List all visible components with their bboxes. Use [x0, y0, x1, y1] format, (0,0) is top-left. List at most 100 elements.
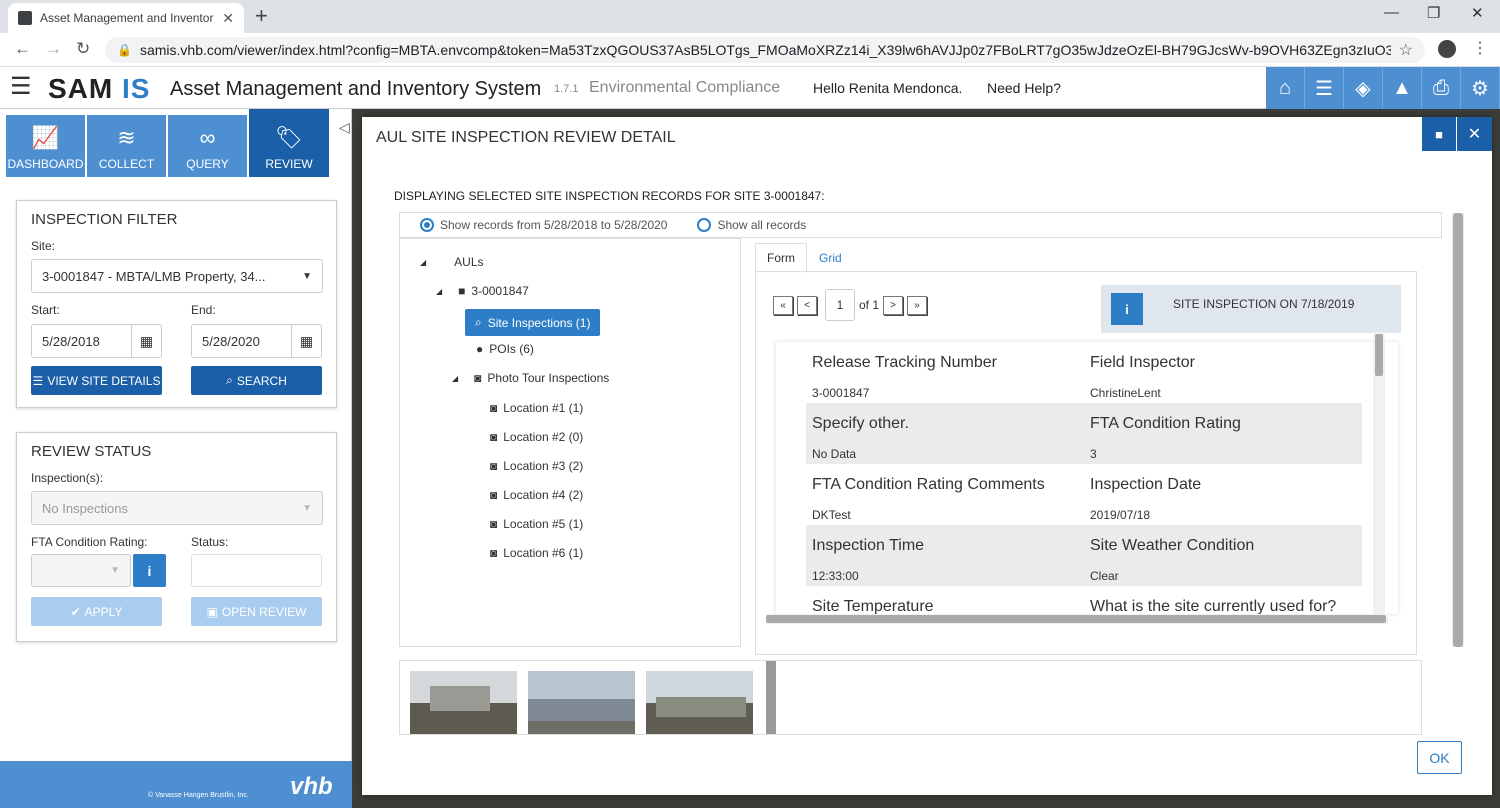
field-label: Inspection Date [1090, 476, 1202, 493]
first-page-button[interactable]: « [773, 295, 793, 315]
review-status-title: REVIEW STATUS [31, 443, 152, 460]
tree-node-pois[interactable]: ● POIs (6) [476, 342, 534, 356]
tree-node-auls[interactable]: ◢ AULs [420, 255, 484, 269]
help-link[interactable]: Need Help? [987, 80, 1061, 96]
minimize-icon[interactable]: — [1384, 4, 1399, 21]
close-icon[interactable]: ✕ [222, 10, 234, 27]
next-page-button[interactable]: > [883, 295, 904, 315]
field-value: Clear [1090, 569, 1119, 583]
search-icon: ⌕ [226, 373, 233, 387]
calendar-icon[interactable]: ▦ [291, 325, 321, 357]
radio-all-records[interactable]: Show all records [697, 218, 806, 232]
collapse-panel-icon[interactable]: ◁ [339, 119, 350, 136]
info-button[interactable]: i [133, 554, 166, 587]
app-module: Environmental Compliance [589, 79, 781, 96]
info-icon: i [1111, 293, 1143, 325]
window-close-icon[interactable]: ✕ [1471, 4, 1484, 22]
tab-collect[interactable]: ≋ COLLECT [87, 115, 166, 177]
tree-node-location[interactable]: ◙ Location #3 (2) [490, 459, 583, 473]
camera-icon: ◙ [490, 488, 498, 502]
back-icon[interactable]: ← [14, 39, 31, 59]
tree-node-location[interactable]: ◙ Location #6 (1) [490, 546, 583, 560]
menu-kebab-icon[interactable]: ⋮ [1472, 38, 1488, 58]
calendar-icon[interactable]: ▦ [131, 325, 161, 357]
modal-close-button[interactable]: ✕ [1457, 117, 1492, 151]
apply-button[interactable]: ✔ APPLY [31, 597, 162, 626]
field-value: DKTest [812, 508, 851, 522]
tab-query[interactable]: ∞ QUERY [168, 115, 247, 177]
star-icon[interactable]: ☆ [1399, 40, 1413, 60]
tree-node-location[interactable]: ◙ Location #1 (1) [490, 401, 583, 415]
photo-thumbnail[interactable] [410, 671, 517, 734]
start-label: Start: [31, 303, 60, 317]
inspections-select[interactable]: No Inspections ▼ [31, 491, 323, 525]
modal-scrollbar[interactable] [1452, 213, 1464, 647]
end-date-input[interactable]: 5/28/2020 ▦ [191, 324, 322, 358]
triangle-down-icon[interactable]: ◢ [436, 287, 442, 296]
tree-node-location[interactable]: ◙ Location #2 (0) [490, 430, 583, 444]
tree-node-location[interactable]: ◙ Location #5 (1) [490, 517, 583, 531]
start-date-input[interactable]: 5/28/2018 ▦ [31, 324, 162, 358]
profile-icon[interactable] [1438, 40, 1456, 58]
triangle-down-icon[interactable]: ◢ [420, 258, 426, 267]
last-page-button[interactable]: » [907, 295, 928, 315]
chevron-down-icon: ▼ [110, 565, 120, 576]
photo-thumbnail[interactable] [646, 671, 753, 734]
tree-node-site-inspections[interactable]: ⌕ Site Inspections (1) [465, 309, 601, 336]
tree-node-site[interactable]: ◢ ■ 3-0001847 [436, 284, 529, 298]
status-input[interactable] [191, 554, 322, 587]
inspection-filter-title: INSPECTION FILTER [31, 211, 178, 228]
fta-rating-label: FTA Condition Rating: [31, 535, 148, 549]
open-review-button[interactable]: ▣ OPEN REVIEW [191, 597, 322, 626]
field-label: Release Tracking Number [812, 354, 997, 371]
radio-date-range[interactable]: Show records from 5/28/2018 to 5/28/2020 [420, 218, 667, 232]
print-icon[interactable]: ⎙ [1422, 67, 1461, 109]
tab-review[interactable]: 🏷 REVIEW [249, 109, 329, 177]
graduation-icon[interactable]: ▲ [1383, 67, 1422, 109]
tree-node-location[interactable]: ◙ Location #4 (2) [490, 488, 583, 502]
browser-tab[interactable]: Asset Management and Inventor ✕ [8, 3, 244, 33]
view-site-details-button[interactable]: ☰ VIEW SITE DETAILS [31, 366, 162, 395]
tab-grid[interactable]: Grid [807, 243, 854, 273]
camera-icon: ◙ [490, 546, 498, 560]
reload-icon[interactable]: ↻ [76, 39, 90, 59]
tab-form[interactable]: Form [755, 243, 807, 273]
app-title: Asset Management and Inventory System [170, 78, 542, 100]
field-row: FTA Condition Rating Comments DKTest Insp… [776, 464, 1398, 525]
restore-icon[interactable]: ❐ [1427, 4, 1440, 22]
url-field[interactable]: 🔒 samis.vhb.com/viewer/index.html?config… [105, 37, 1425, 63]
home-icon[interactable]: ⌂ [1266, 67, 1305, 109]
ok-button[interactable]: OK [1417, 741, 1462, 774]
photo-strip-scrollbar[interactable] [766, 661, 776, 734]
site-select[interactable]: 3-0001847 - MBTA/LMB Property, 34... ▼ [31, 259, 323, 293]
list-icon[interactable]: ☰ [1305, 67, 1344, 109]
fta-rating-select[interactable]: ▼ [31, 554, 131, 587]
triangle-down-icon[interactable]: ◢ [452, 374, 458, 383]
lock-icon: 🔒 [117, 43, 132, 57]
field-value: ChristineLent [1090, 386, 1161, 400]
search-button[interactable]: ⌕ SEARCH [191, 366, 322, 395]
field-value: 2019/07/18 [1090, 508, 1151, 522]
field-row: Inspection Time 12:33:00 Site Weather Con… [776, 525, 1398, 586]
inspection-fields: Release Tracking Number 3-0001847 Field I… [776, 342, 1398, 614]
field-label: FTA Condition Rating Comments [812, 476, 1045, 493]
page-number-input[interactable]: 1 [825, 289, 855, 321]
fields-vertical-scrollbar[interactable] [1373, 332, 1385, 616]
gear-icon[interactable]: ⚙ [1461, 67, 1500, 109]
layers-icon[interactable]: ◈ [1344, 67, 1383, 109]
new-tab-icon[interactable]: + [255, 3, 268, 29]
field-value: 3-0001847 [812, 386, 870, 400]
status-label: Status: [191, 535, 229, 549]
tab-dashboard[interactable]: 📈 DASHBOARD [6, 115, 85, 177]
radio-unchecked-icon [697, 218, 712, 232]
maximize-button[interactable]: ■ [1422, 117, 1456, 151]
fields-horizontal-scrollbar[interactable] [766, 614, 1388, 624]
check-icon: ✔ [70, 604, 81, 619]
hamburger-icon[interactable]: ☰ [10, 75, 32, 99]
forward-icon[interactable]: → [45, 39, 62, 59]
page-count: of 1 [859, 298, 880, 312]
maximize-icon: ■ [1435, 126, 1443, 142]
photo-thumbnail[interactable] [528, 671, 635, 734]
prev-page-button[interactable]: < [797, 295, 817, 315]
tree-node-photo-tour[interactable]: ◢ ◙ Photo Tour Inspections [452, 371, 609, 385]
